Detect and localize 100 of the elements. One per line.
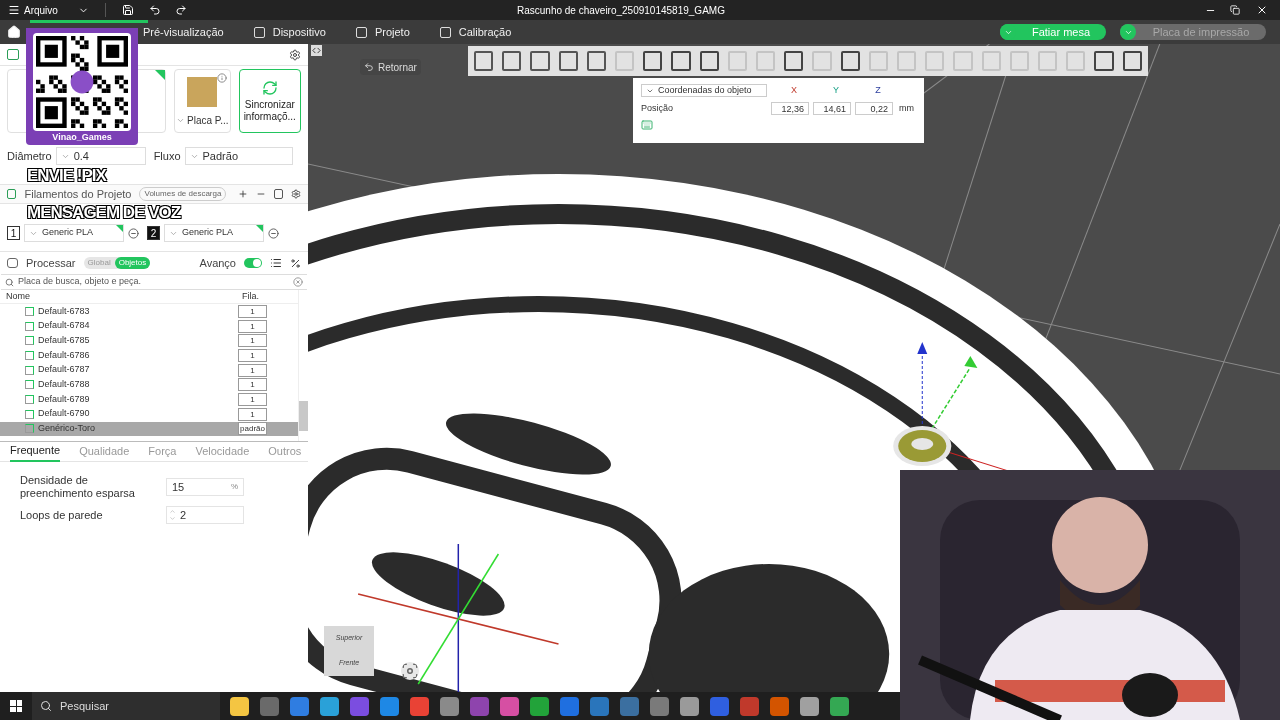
object-row[interactable]: Default-6789 1: [0, 392, 298, 407]
taskbar-search-field[interactable]: Pesquisar: [32, 692, 220, 720]
filament-cell[interactable]: 1: [238, 348, 267, 362]
column-header[interactable]: Nome: [6, 289, 242, 304]
filament-cell[interactable]: 1: [238, 334, 267, 348]
filament-dropdown[interactable]: Generic PLA: [24, 224, 124, 242]
tool-icon[interactable]: [558, 51, 578, 71]
settings-tab[interactable]: Frequente: [10, 441, 61, 462]
home-icon[interactable]: [7, 25, 21, 39]
close-icon[interactable]: [1256, 4, 1268, 16]
back-icon: [364, 62, 374, 72]
setting-field[interactable]: 15 %: [166, 478, 244, 496]
filament-color-swatch[interactable]: 2: [147, 226, 160, 240]
flow-dropdown[interactable]: Padrão: [184, 147, 293, 165]
setting-field[interactable]: 2: [166, 506, 244, 524]
object-row[interactable]: Default-6785 1: [0, 333, 298, 349]
nav-tab[interactable]: Dispositivo: [253, 20, 326, 44]
filament-cell[interactable]: 1: [238, 363, 267, 377]
tool-icon[interactable]: [784, 51, 804, 71]
remove-icon[interactable]: [268, 227, 279, 239]
nav-tab[interactable]: Pré-visualização: [143, 20, 224, 44]
object-row[interactable]: Default-6784 1: [0, 318, 298, 334]
object-name: Default-6784: [38, 319, 91, 333]
taskbar-app-icon[interactable]: [320, 696, 339, 716]
undo-icon[interactable]: [148, 4, 161, 16]
clear-icon[interactable]: [293, 277, 303, 287]
object-row[interactable]: Default-6783 1: [0, 304, 298, 319]
axis-label: Z: [874, 84, 882, 97]
save-icon[interactable]: [121, 4, 134, 16]
object-row[interactable]: Default-6790 1: [0, 406, 298, 422]
coordinate-field[interactable]: 12,36: [771, 101, 809, 115]
taskbar-app-icon[interactable]: [380, 696, 399, 716]
search-field[interactable]: Placa de busca, objeto e peça.: [1, 274, 307, 290]
coordinate-field[interactable]: 0,22: [855, 101, 893, 115]
filament-cell[interactable]: 1: [238, 378, 267, 392]
setting-label: Densidade de preenchimento esparsa: [20, 474, 136, 500]
taskbar-app-icon[interactable]: [680, 696, 699, 716]
add-icon[interactable]: [238, 188, 249, 200]
nav-tab[interactable]: Projeto: [355, 20, 410, 44]
coordinate-field[interactable]: 14,61: [813, 101, 851, 115]
tool-icon[interactable]: [671, 51, 691, 71]
caret-icon: [176, 116, 185, 125]
filament-cell[interactable]: 1: [238, 407, 267, 421]
sync-button[interactable]: Sincronizar informaçõ...: [238, 69, 301, 133]
file-menu-button[interactable]: Arquivo: [0, 0, 93, 20]
tool-icon[interactable]: [502, 51, 522, 71]
tool-icon[interactable]: [699, 51, 719, 71]
taskbar-app-icon[interactable]: [440, 696, 459, 716]
collapse-icon[interactable]: [311, 45, 322, 56]
filament-icon: [7, 189, 17, 199]
filament-cell[interactable]: 1: [238, 319, 267, 333]
taskbar-app-icon[interactable]: [800, 696, 819, 716]
diameter-dropdown[interactable]: 0.4: [55, 147, 146, 165]
taskbar-app-icon[interactable]: [410, 696, 429, 716]
object-row[interactable]: Genérico-Toro padrão: [0, 421, 298, 437]
taskbar-app-icon[interactable]: [500, 696, 519, 716]
taskbar-app-icon[interactable]: [830, 696, 849, 716]
tool-icon[interactable]: [474, 51, 494, 71]
window-title: Rascunho de chaveiro_250910145819_GAMG: [517, 3, 725, 18]
tool-icon[interactable]: [1122, 51, 1142, 71]
filament-color-swatch[interactable]: 1: [7, 226, 20, 240]
settings-icon[interactable]: [289, 48, 301, 61]
object-row[interactable]: Default-6787 1: [0, 362, 298, 378]
object-name: Default-6790: [38, 407, 91, 421]
nav-tab[interactable]: Calibração: [439, 20, 512, 44]
advanced-switch[interactable]: [244, 258, 262, 268]
layers-icon: [7, 258, 18, 268]
object-name: Default-6783: [38, 304, 91, 318]
column-header[interactable]: Fila.: [242, 289, 259, 304]
percent-icon[interactable]: [290, 257, 301, 269]
object-row[interactable]: Default-6788 1: [0, 377, 298, 393]
search-icon: [5, 277, 14, 287]
filament-dropdown[interactable]: Generic PLA: [164, 224, 264, 242]
taskbar-app-icon[interactable]: [530, 696, 549, 716]
windows-start-icon[interactable]: [10, 700, 22, 712]
axis-label: X: [790, 84, 798, 97]
filament-cell[interactable]: 1: [238, 392, 267, 406]
settings-icon[interactable]: [291, 188, 301, 200]
object-row[interactable]: Default-6786 1: [0, 348, 298, 363]
unit-label: mm: [899, 101, 914, 115]
back-button[interactable]: Retornar: [360, 59, 421, 75]
tool-icon[interactable]: [530, 51, 550, 71]
list-icon[interactable]: [270, 257, 282, 269]
filament-cell[interactable]: padrão: [238, 422, 267, 436]
redo-icon[interactable]: [174, 4, 187, 16]
sync-icon[interactable]: [274, 189, 283, 199]
diameter-label: Diâmetro: [7, 148, 52, 164]
restore-icon[interactable]: [1230, 5, 1240, 15]
advanced-label: Avanço: [199, 255, 236, 271]
remove-icon[interactable]: [128, 227, 139, 239]
taskbar-app-icon[interactable]: [230, 696, 249, 716]
tool-icon[interactable]: [643, 51, 663, 71]
tool-icon[interactable]: [586, 51, 606, 71]
flow-label: Fluxo: [153, 148, 181, 164]
tool-icon[interactable]: [1094, 51, 1114, 71]
plate-card[interactable]: Placa P...: [173, 69, 231, 133]
overlay-caption: ENVIE !PIX: [27, 167, 106, 184]
tool-icon[interactable]: [840, 51, 860, 71]
coordinates-dropdown[interactable]: Coordenadas do objeto: [641, 84, 767, 98]
filament-cell[interactable]: 1: [238, 304, 267, 318]
